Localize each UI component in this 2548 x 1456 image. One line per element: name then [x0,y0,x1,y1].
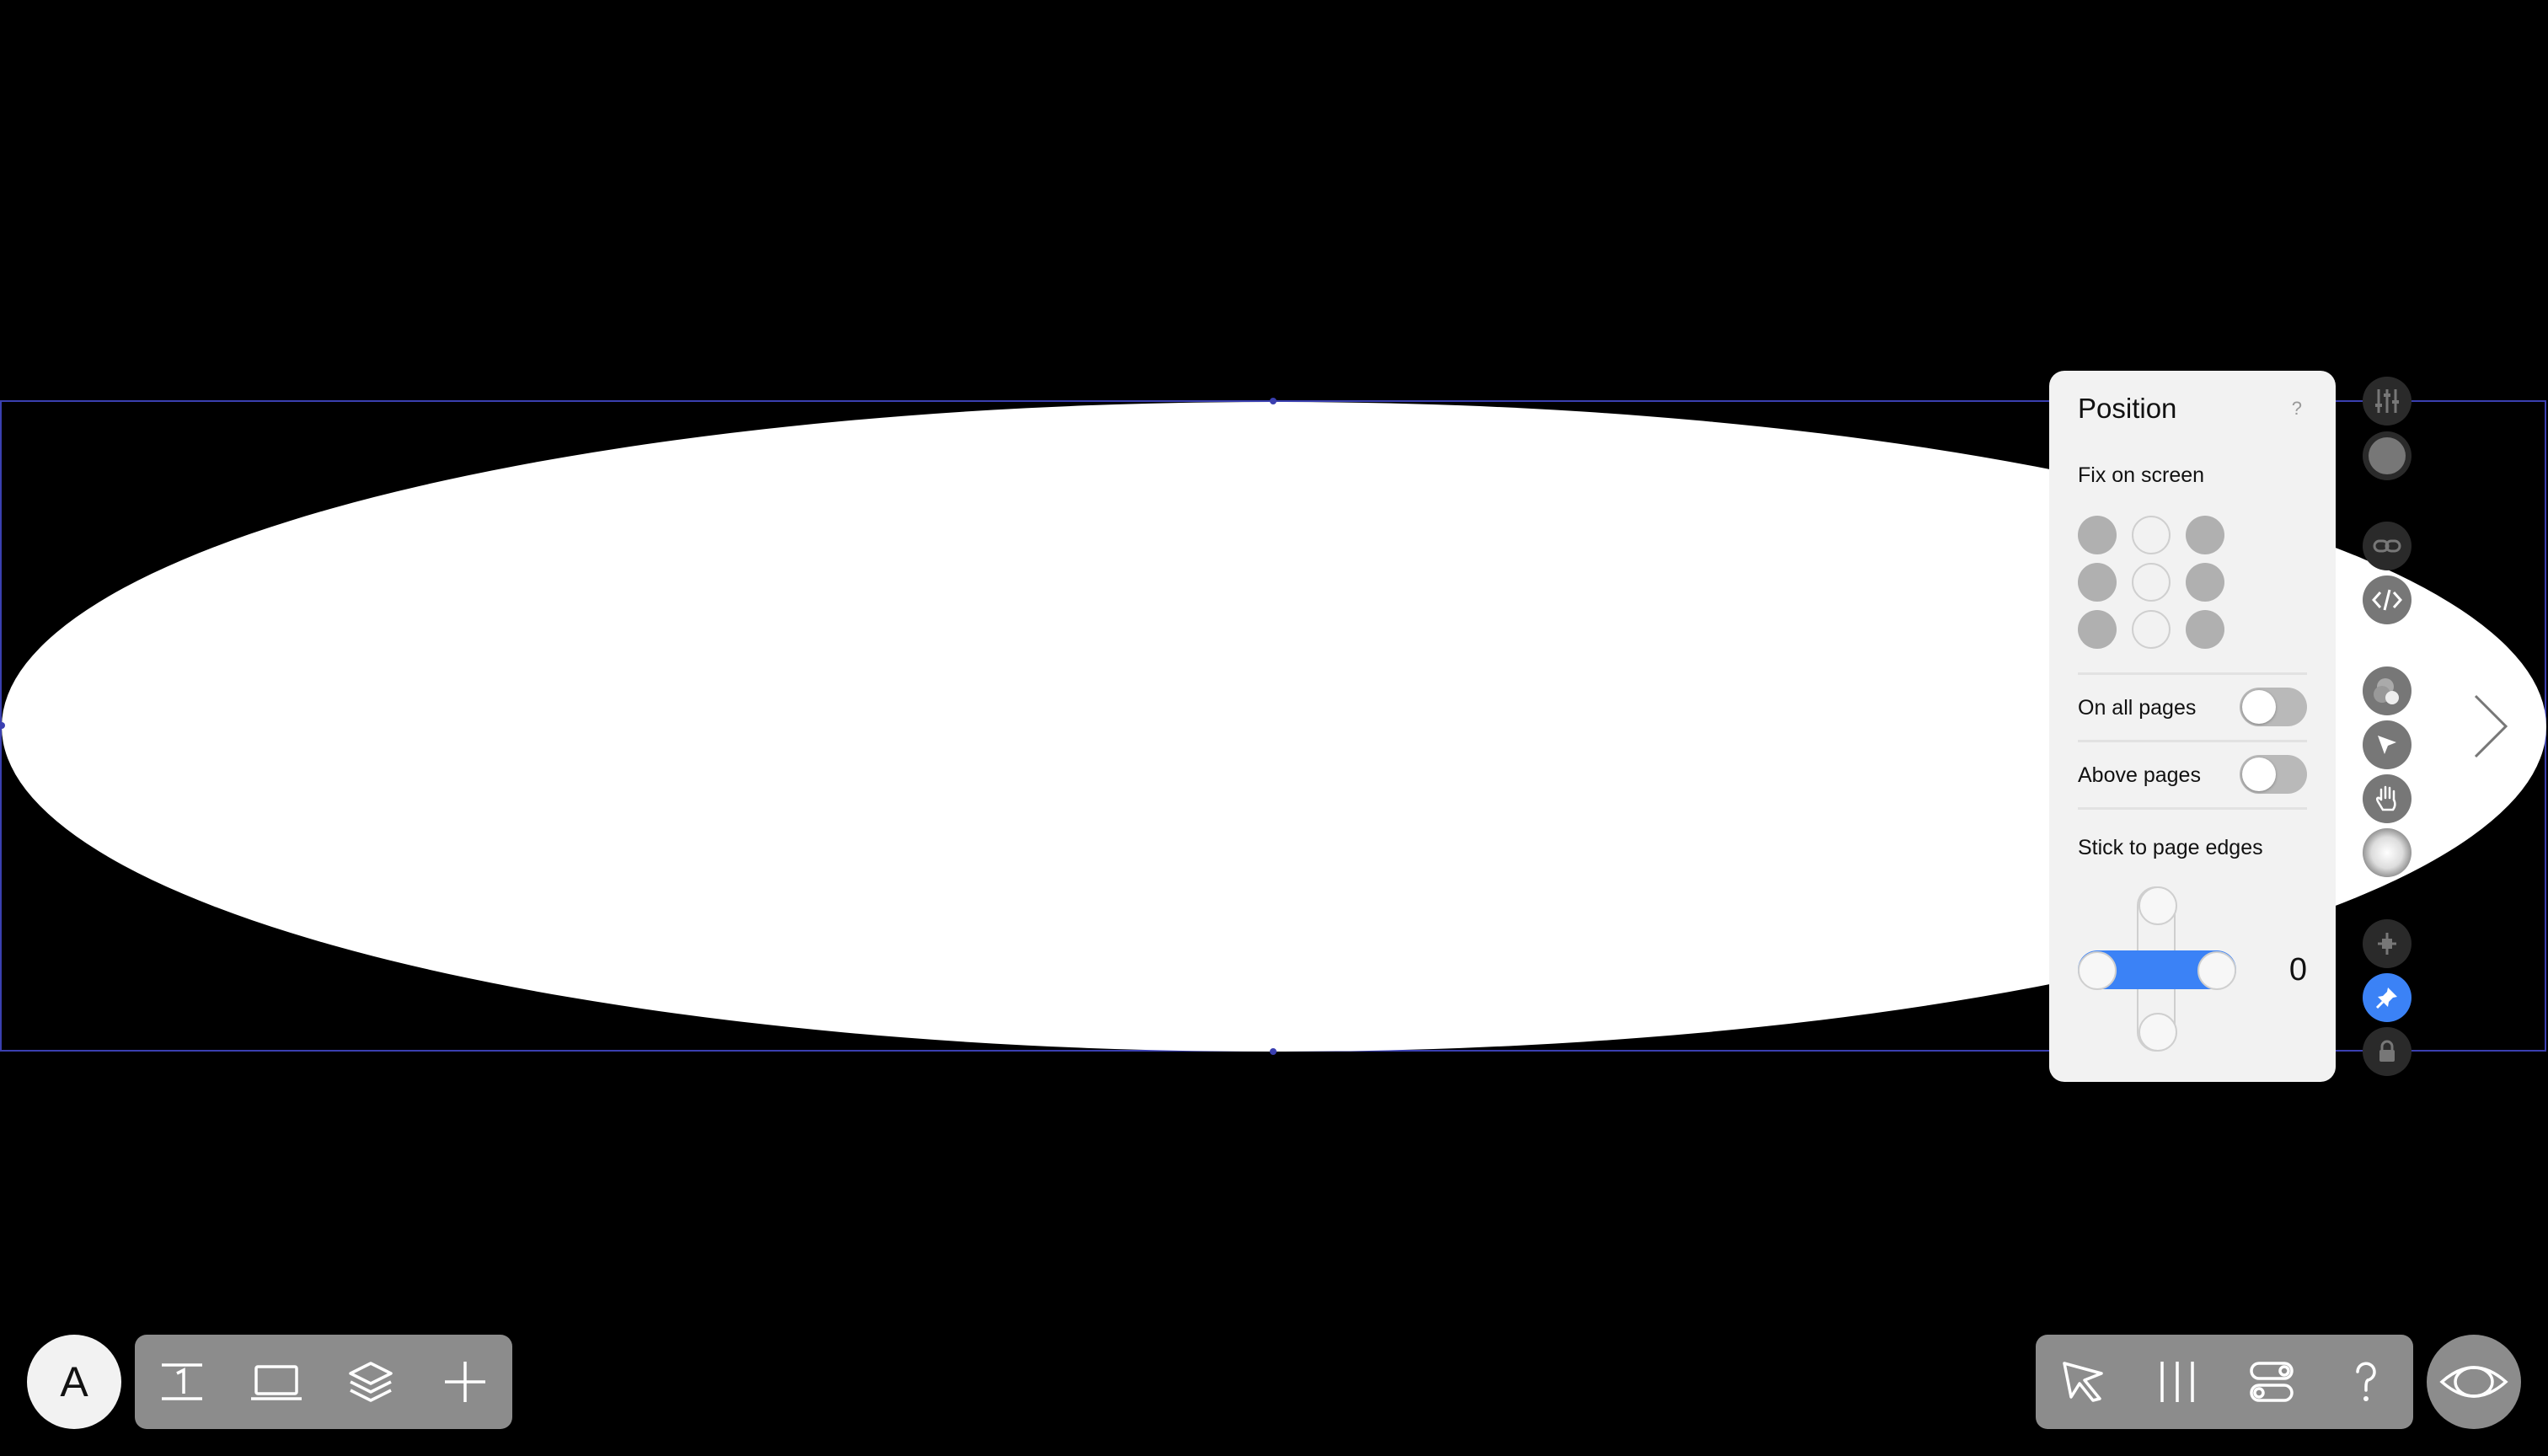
on-all-pages-toggle[interactable] [2240,688,2307,726]
glow-icon[interactable] [2363,828,2412,877]
position-panel: Position ? Fix on screen On all pages Ab… [2049,371,2336,1082]
anchor-bottom-left[interactable] [2078,610,2117,649]
help-icon[interactable]: ? [2292,398,2302,420]
divider [2078,672,2307,675]
plus-icon[interactable] [418,1335,512,1429]
anchor-center[interactable] [2132,563,2171,602]
page-number-icon[interactable] [135,1335,229,1429]
fix-on-screen-label: Fix on screen [2078,463,2205,487]
panel-title: Position [2078,393,2177,424]
select-icon[interactable] [2036,1335,2130,1429]
left-edge-knob[interactable] [2078,951,2117,990]
link-icon[interactable] [2363,522,2412,570]
above-pages-label: Above pages [2078,763,2201,787]
right-edge-knob[interactable] [2197,951,2236,990]
device-icon[interactable] [229,1335,324,1429]
toggles-icon[interactable] [2224,1335,2319,1429]
on-all-pages-label: On all pages [2078,696,2197,720]
blend-icon[interactable] [2363,666,2412,715]
selection-handle-bottom[interactable] [1270,1048,1277,1055]
hand-icon[interactable] [2363,774,2412,823]
lock-icon[interactable] [2363,1027,2412,1076]
chevron-right-icon[interactable] [2472,693,2509,764]
anchor-top-right[interactable] [2186,516,2224,554]
color-icon[interactable] [2363,431,2412,480]
avatar[interactable]: A [27,1335,121,1429]
anchor-bottom-center[interactable] [2132,610,2171,649]
anchor-top-center[interactable] [2132,516,2171,554]
left-toolbar [135,1335,512,1429]
columns-icon[interactable] [2130,1335,2224,1429]
anchor-top-left[interactable] [2078,516,2117,554]
crosshair-icon[interactable] [2363,919,2412,968]
toggle-knob [2242,690,2276,724]
right-toolbar [2036,1335,2413,1429]
anchor-bottom-right[interactable] [2186,610,2224,649]
above-pages-toggle[interactable] [2240,755,2307,794]
selection-handle-top[interactable] [1270,398,1277,404]
code-icon[interactable] [2363,575,2412,624]
pin-icon[interactable] [2363,973,2412,1022]
top-edge-knob[interactable] [2138,886,2177,925]
preview-eye-icon[interactable] [2427,1335,2521,1429]
bottom-edge-knob[interactable] [2138,1013,2177,1052]
anchor-middle-left[interactable] [2078,563,2117,602]
edge-distance-value[interactable]: 0 [2289,952,2307,988]
sliders-icon[interactable] [2363,377,2412,426]
toggle-knob [2242,757,2276,791]
layers-icon[interactable] [324,1335,418,1429]
cursor-icon[interactable] [2363,720,2412,769]
divider [2078,807,2307,810]
anchor-middle-right[interactable] [2186,563,2224,602]
help-icon[interactable] [2319,1335,2413,1429]
divider [2078,740,2307,742]
stick-to-page-edges-label: Stick to page edges [2078,836,2263,859]
